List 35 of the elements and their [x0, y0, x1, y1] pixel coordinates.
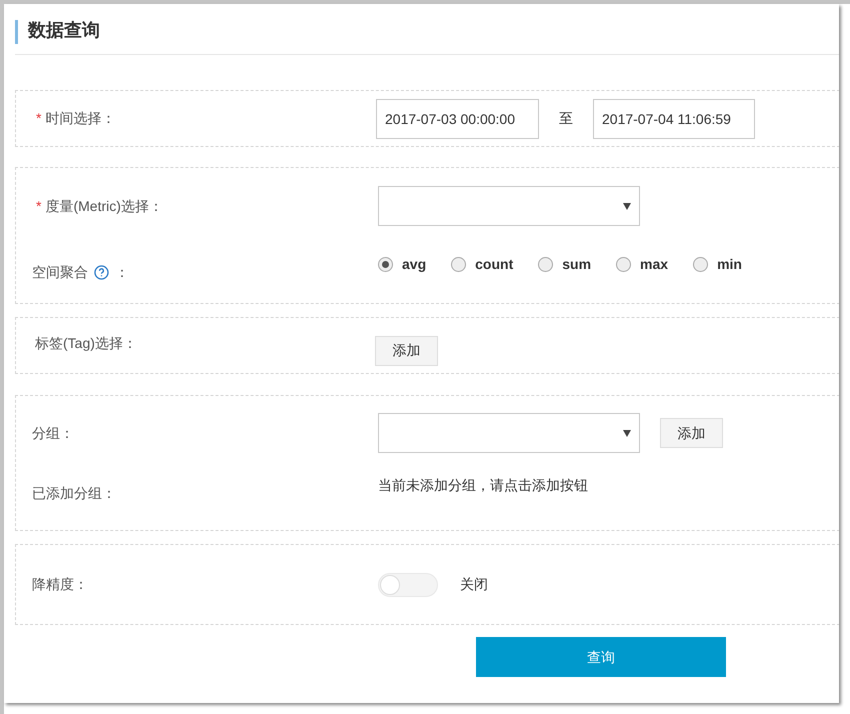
field-label: 标签(Tag)选择： — [35, 334, 137, 353]
add-tag-button[interactable]: 添加 — [375, 336, 438, 366]
title-accent-bar — [15, 20, 18, 44]
radio-button[interactable] — [451, 257, 466, 272]
caret-icon — [623, 430, 631, 436]
radio-button[interactable] — [378, 257, 393, 272]
page-title: 数据查询 — [28, 19, 100, 43]
radio-label: sum — [562, 255, 592, 274]
empty-groups-message: 当前未添加分组，请点击添加按钮 — [378, 476, 588, 495]
radio-button[interactable] — [538, 257, 554, 272]
toggle-state-label: 关闭 — [460, 575, 488, 594]
help-icon — [94, 265, 109, 280]
field-label: 已添加分组： — [32, 484, 116, 503]
field-label: 空间聚合 — [32, 263, 88, 282]
select-field[interactable] — [378, 413, 640, 453]
radio-label: max — [640, 255, 668, 274]
toggle-switch[interactable] — [378, 572, 438, 596]
label-colon: ： — [115, 263, 129, 282]
radio-label: count — [475, 255, 514, 274]
field-label: 降精度： — [32, 575, 88, 594]
caret-icon — [623, 202, 631, 210]
radio-label: avg — [402, 255, 426, 274]
radio-label: min — [717, 255, 742, 274]
start-time-field[interactable]: 2017-07-03 00:00:00 — [376, 98, 539, 138]
radio-button[interactable] — [616, 257, 632, 272]
range-separator: 至 — [559, 109, 573, 128]
add-group-button[interactable]: 添加 — [660, 418, 723, 448]
end-time-field[interactable]: 2017-07-04 11:06:59 — [593, 98, 755, 138]
field-label: 时间选择： — [45, 109, 116, 128]
select-field[interactable] — [378, 186, 640, 226]
required-mark: * — [36, 109, 42, 128]
field-label: 分组： — [32, 424, 74, 442]
required-mark: * — [36, 196, 42, 216]
radio-button[interactable] — [693, 257, 708, 272]
field-label: 度量(Metric)选择： — [45, 196, 163, 216]
